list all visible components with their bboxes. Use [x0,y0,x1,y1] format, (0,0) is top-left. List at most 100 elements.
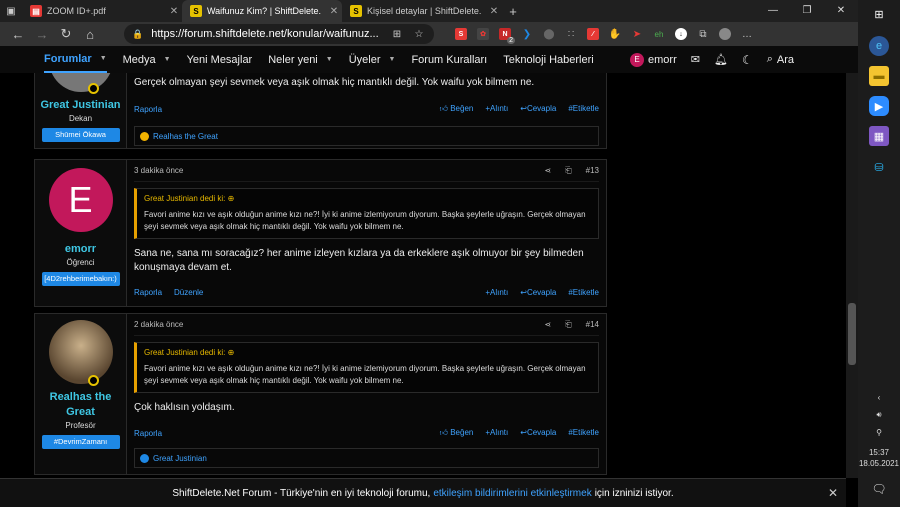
avatar[interactable] [48,320,113,386]
grid-icon[interactable]: ⊞ [386,24,408,44]
reply-button[interactable]: ↩Cevapla [520,104,556,114]
post-time[interactable]: 2 dakika önce [134,320,183,329]
nav-teknoloji-haberleri[interactable]: Teknoloji Haberleri [503,54,594,66]
extension-eh-icon[interactable]: eh [648,24,670,44]
edge-icon[interactable]: e [869,36,889,56]
profile-icon[interactable] [714,24,736,44]
extension-arrow-red-icon[interactable]: ➤ [626,24,648,44]
nav-yeni-mesajlar[interactable]: Yeni Mesajlar [187,54,253,66]
avatar[interactable] [48,73,113,94]
nav-forumlar[interactable]: Forumlar ▼ [44,46,107,73]
extension-s-icon[interactable]: S [450,24,472,44]
clock-date[interactable]: 18.05.2021 [858,459,900,468]
extension-hand-icon[interactable]: ✋ [604,24,626,44]
user-menu[interactable]: Eemorr [630,52,677,67]
close-icon[interactable]: ✕ [166,6,182,17]
reply-button[interactable]: ↩Cevapla [520,428,556,438]
new-tab-button[interactable]: + [502,0,524,22]
tag-button[interactable]: #Etiketle [568,288,599,297]
post-number[interactable]: #13 [586,166,599,175]
extension-grey-icon[interactable]: ⬤ [538,24,560,44]
volume-icon[interactable]: 🔊︎ [858,410,900,420]
inbox-icon[interactable]: ✉ [691,53,700,66]
window-controls: — ❐ ✕ [756,0,858,22]
quote-header[interactable]: Great Justinian dedi ki: ⊕ [144,194,591,203]
zoom-icon[interactable]: ▶ [869,96,889,116]
moon-icon[interactable]: ☾ [742,53,753,67]
nav-neler-yeni[interactable]: Neler yeni ▼ [268,54,332,66]
tab-actions-icon[interactable]: ▣ [0,0,22,22]
notifications-icon[interactable]: 🗨︎ [858,482,900,496]
username-link[interactable]: Great Justinian [40,98,120,113]
like-button[interactable]: 👍︎ Beğen [440,428,474,438]
refresh-icon[interactable]: ↻ [54,26,78,42]
search-button[interactable]: ⌕ Ara [767,53,794,66]
tag-button[interactable]: #Etiketle [568,104,599,114]
report-link[interactable]: Raporla [134,288,162,297]
reaction-users[interactable]: Great Justinian [153,454,207,463]
bookmark-icon[interactable]: ⎗ [565,320,571,330]
tab-pdf[interactable]: ▤ ZOOM ID+.pdf ✕ [22,0,182,22]
extension-arrow-icon[interactable]: ❯ [516,24,538,44]
clock-time[interactable]: 15:37 [858,448,900,457]
extension-red-icon[interactable]: ⁄ [582,24,604,44]
post-number[interactable]: #14 [586,320,599,329]
nav-forum-kurallari[interactable]: Forum Kuralları [411,54,487,66]
username-link[interactable]: emorr [65,242,96,257]
close-icon[interactable]: ✕ [828,486,838,500]
bookmark-icon[interactable]: ⎗ [565,166,571,176]
chevron-down-icon[interactable]: ▼ [100,55,107,62]
user-info: Realhas the Great Profesör #DevrimZamanı [35,314,127,474]
favorite-star-icon[interactable]: ☆ [408,24,430,44]
teams-icon[interactable]: ▦ [869,126,889,146]
extension-dots-icon[interactable]: ∷ [560,24,582,44]
download-icon[interactable]: ↓ [670,24,692,44]
chevron-down-icon[interactable]: ▼ [326,56,333,63]
scrollbar-thumb[interactable] [848,303,856,365]
extension-cookie-icon[interactable]: ✿ [472,24,494,44]
report-link[interactable]: Raporla [134,429,162,438]
quote-header[interactable]: Great Justinian dedi ki: ⊕ [144,348,591,357]
report-link[interactable]: Raporla [134,105,162,114]
close-icon[interactable]: ✕ [486,6,502,17]
maximize-button[interactable]: ❐ [790,0,824,22]
folder-icon[interactable]: ▬ [869,66,889,86]
chevron-up-icon[interactable]: ‹ [858,393,900,402]
windows-icon[interactable]: ⊞ [869,4,889,24]
share-icon[interactable]: ⋖ [545,320,552,329]
back-icon[interactable]: ← [6,27,30,42]
reactions-bar[interactable]: Great Justinian [134,448,599,468]
quote-button[interactable]: +Alıntı [485,104,508,114]
edit-link[interactable]: Düzenle [174,288,203,297]
close-icon[interactable]: ✕ [326,6,342,17]
forward-icon[interactable]: → [30,27,54,42]
reply-button[interactable]: ↩Cevapla [520,288,556,297]
enable-notifications-link[interactable]: etkileşim bildirimlerini etkinleştirmek [433,488,591,499]
drive-icon[interactable]: ⛁ [869,157,889,177]
minimize-button[interactable]: — [756,0,790,22]
chevron-down-icon[interactable]: ▼ [389,56,396,63]
nav-uyeler[interactable]: Üyeler ▼ [349,54,396,66]
avatar[interactable]: E [48,168,113,232]
quote-button[interactable]: +Alıntı [485,428,508,438]
tag-button[interactable]: #Etiketle [568,428,599,438]
bell-icon[interactable]: 🔔︎ [714,53,728,66]
quote-button[interactable]: +Alıntı [485,288,508,297]
network-icon[interactable]: ⚲ [858,428,900,437]
tab-kisisel[interactable]: S Kişisel detaylar | ShiftDelete.Net ✕ [342,0,502,22]
extension-badge-icon[interactable]: N2 [494,24,516,44]
reactions-bar[interactable]: Realhas the Great [134,126,599,146]
more-icon[interactable]: … [736,24,758,44]
chevron-down-icon[interactable]: ▼ [164,56,171,63]
share-icon[interactable]: ⋖ [545,166,552,175]
post-time[interactable]: 3 dakika önce [134,166,183,175]
tab-waifunuz[interactable]: S Waifunuz Kim? | ShiftDelete.Net ✕ [182,0,342,22]
collections-icon[interactable]: ⧉ [692,24,714,44]
scrollbar[interactable] [846,73,858,478]
home-icon[interactable]: ⌂ [78,27,102,42]
username-link[interactable]: Realhas the Great [46,390,116,420]
like-button[interactable]: 👍︎ Beğen [440,104,474,114]
reaction-users[interactable]: Realhas the Great [153,132,218,141]
nav-medya[interactable]: Medya ▼ [123,54,171,66]
close-window-button[interactable]: ✕ [824,0,858,22]
